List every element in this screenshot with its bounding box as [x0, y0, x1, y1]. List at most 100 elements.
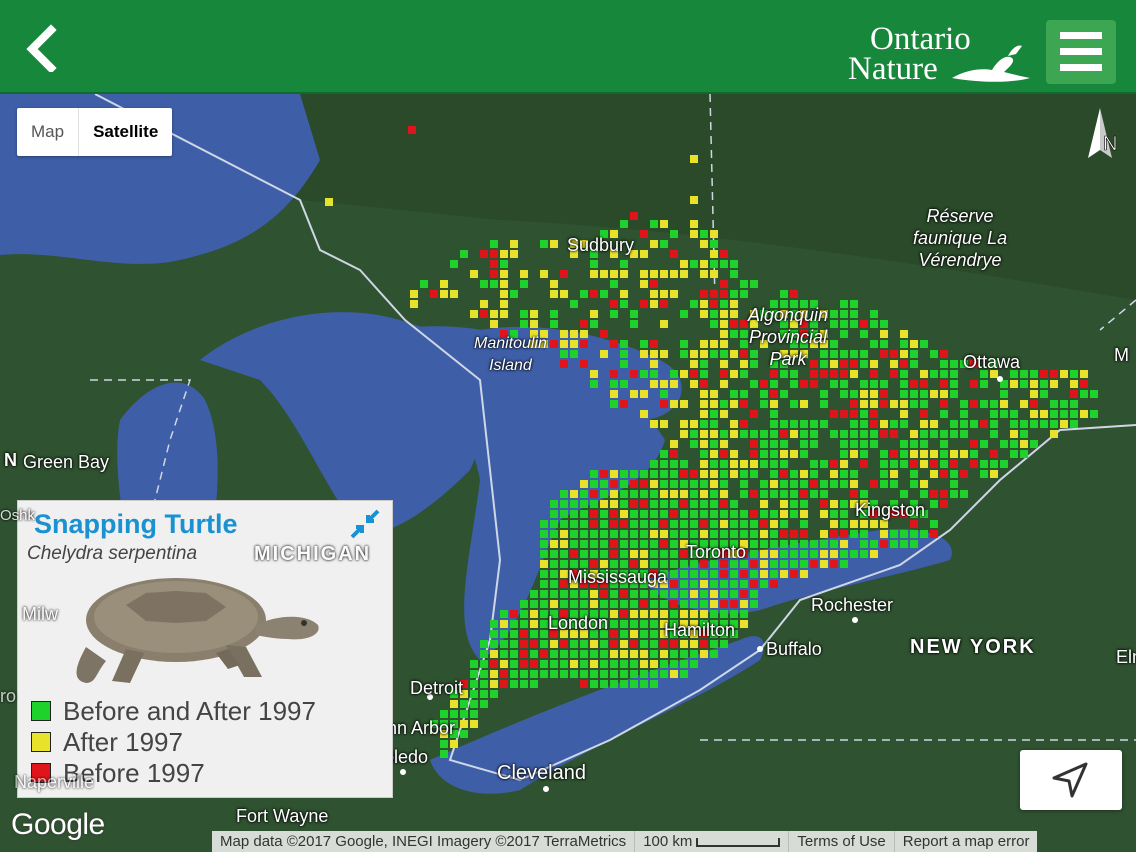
occurrence-cell: [540, 610, 548, 618]
occurrence-cell: [690, 350, 698, 358]
occurrence-cell: [740, 290, 748, 298]
occurrence-cell: [750, 410, 758, 418]
occurrence-cell: [500, 610, 508, 618]
occurrence-cell: [640, 520, 648, 528]
label-ro: ro: [0, 686, 17, 706]
occurrence-cell: [460, 730, 468, 738]
occurrence-cell: [580, 650, 588, 658]
occurrence-cell: [500, 650, 508, 658]
occurrence-cell: [680, 310, 688, 318]
occurrence-cell: [610, 590, 618, 598]
occurrence-cell: [550, 580, 558, 588]
occurrence-cell: [640, 300, 648, 308]
occurrence-cell: [770, 570, 778, 578]
occurrence-cell: [550, 310, 558, 318]
occurrence-cell: [770, 520, 778, 528]
occurrence-cell: [840, 450, 848, 458]
occurrence-cell: [700, 500, 708, 508]
occurrence-cell: [900, 490, 908, 498]
occurrence-cell: [720, 570, 728, 578]
occurrence-cell: [740, 580, 748, 588]
occurrence-cell: [690, 196, 698, 204]
species-common-name: Snapping Turtle: [34, 509, 238, 539]
occurrence-cell: [720, 470, 728, 478]
occurrence-cell: [750, 590, 758, 598]
occurrence-cell: [610, 520, 618, 528]
occurrence-cell: [690, 440, 698, 448]
occurrence-cell: [810, 440, 818, 448]
occurrence-cell: [690, 530, 698, 538]
occurrence-cell: [500, 280, 508, 288]
occurrence-cell: [860, 410, 868, 418]
occurrence-cell: [690, 470, 698, 478]
occurrence-cell: [540, 590, 548, 598]
occurrence-cell: [730, 290, 738, 298]
occurrence-cell: [850, 400, 858, 408]
report-map-error-link[interactable]: Report a map error: [893, 831, 1038, 852]
occurrence-cell: [660, 480, 668, 488]
occurrence-cell: [490, 640, 498, 648]
occurrence-cell: [500, 290, 508, 298]
occurrence-cell: [600, 510, 608, 518]
occurrence-cell: [470, 670, 478, 678]
occurrence-cell: [750, 450, 758, 458]
map-type-satellite-button[interactable]: Satellite: [78, 108, 172, 156]
occurrence-cell: [930, 420, 938, 428]
occurrence-cell: [710, 500, 718, 508]
my-location-button[interactable]: [1020, 750, 1122, 810]
occurrence-cell: [970, 450, 978, 458]
occurrence-cell: [630, 640, 638, 648]
occurrence-cell: [560, 560, 568, 568]
occurrence-cell: [960, 420, 968, 428]
occurrence-cell: [850, 490, 858, 498]
menu-button[interactable]: [1046, 20, 1116, 84]
occurrence-cell: [650, 590, 658, 598]
map-type-map-button[interactable]: Map: [17, 108, 78, 156]
occurrence-cell: [660, 240, 668, 248]
app-header: Ontario Nature: [0, 0, 1136, 94]
occurrence-cell: [700, 570, 708, 578]
map-type-toggle: Map Satellite: [17, 108, 173, 156]
label-manitoulin: Manitoulin Island: [474, 335, 547, 374]
occurrence-cell: [580, 590, 588, 598]
occurrence-cell: [640, 670, 648, 678]
occurrence-cell: [480, 690, 488, 698]
occurrence-cell: [650, 340, 658, 348]
occurrence-cell: [720, 290, 728, 298]
occurrence-cell: [900, 360, 908, 368]
occurrence-cell: [570, 640, 578, 648]
occurrence-cell: [840, 360, 848, 368]
occurrence-cell: [490, 650, 498, 658]
occurrence-cell: [480, 680, 488, 688]
occurrence-cell: [650, 460, 658, 468]
occurrence-cell: [780, 430, 788, 438]
occurrence-cell: [780, 560, 788, 568]
occurrence-cell: [630, 600, 638, 608]
terms-link[interactable]: Terms of Use: [788, 831, 893, 852]
occurrence-cell: [670, 560, 678, 568]
occurrence-cell: [800, 560, 808, 568]
occurrence-cell: [540, 550, 548, 558]
occurrence-cell: [650, 600, 658, 608]
occurrence-cell: [940, 350, 948, 358]
occurrence-cell: [560, 290, 568, 298]
occurrence-cell: [660, 380, 668, 388]
occurrence-cell: [650, 290, 658, 298]
occurrence-cell: [510, 620, 518, 628]
occurrence-cell: [680, 610, 688, 618]
occurrence-cell: [600, 330, 608, 338]
back-button[interactable]: [18, 22, 68, 74]
occurrence-cell: [530, 640, 538, 648]
occurrence-cell: [670, 440, 678, 448]
occurrence-cell: [650, 380, 658, 388]
occurrence-cell: [590, 380, 598, 388]
collapse-arrows-icon[interactable]: [348, 507, 382, 541]
occurrence-cell: [850, 440, 858, 448]
occurrence-cell: [800, 520, 808, 528]
occurrence-cell: [730, 590, 738, 598]
occurrence-cell: [630, 310, 638, 318]
occurrence-cell: [690, 220, 698, 228]
occurrence-cell: [610, 660, 618, 668]
occurrence-cell: [880, 520, 888, 528]
occurrence-cell: [630, 550, 638, 558]
